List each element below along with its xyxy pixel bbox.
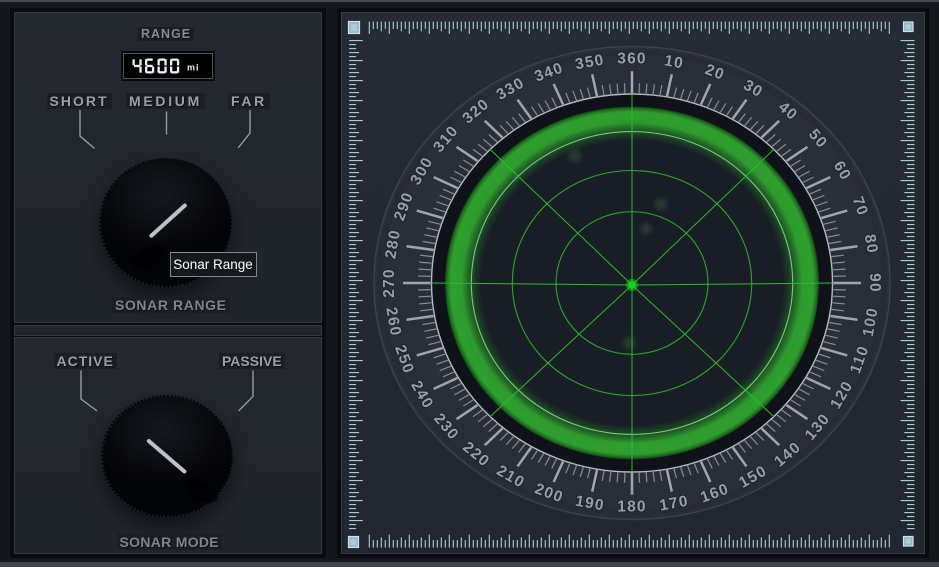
svg-text:10: 10 bbox=[663, 52, 685, 72]
svg-text:360: 360 bbox=[617, 51, 646, 68]
svg-text:180: 180 bbox=[617, 499, 646, 516]
svg-text:90: 90 bbox=[866, 273, 883, 293]
svg-text:270: 270 bbox=[381, 268, 398, 297]
svg-text:80: 80 bbox=[861, 233, 881, 255]
